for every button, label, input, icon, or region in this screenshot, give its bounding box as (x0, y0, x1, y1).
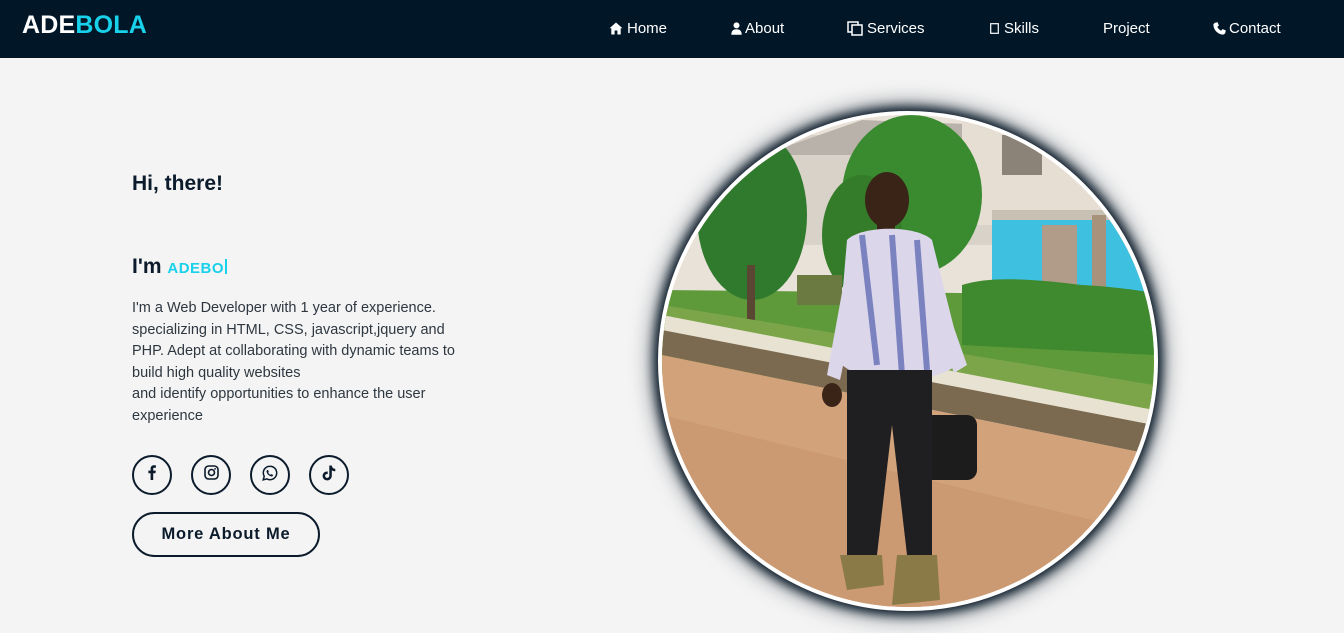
nav-item-label: Services (867, 19, 925, 37)
whatsapp-link[interactable] (250, 455, 290, 495)
facebook-icon (148, 465, 156, 485)
nav-item-project[interactable]: Project (1103, 18, 1150, 38)
bio-line: I'm a Web Developer with 1 year of exper… (132, 300, 436, 316)
profile-photo (658, 111, 1158, 611)
nav-item-home[interactable]: Home (609, 18, 667, 38)
bio-line: specializing in HTML, CSS, javascript,jq… (132, 321, 445, 338)
nav-item-label: Home (627, 19, 668, 37)
hero-intro-prefix: I'm (132, 255, 162, 278)
nav-item-label: Project (1103, 19, 1150, 37)
nav-item-services[interactable]: Services (847, 18, 925, 38)
phone-icon (1213, 21, 1226, 35)
square-icon (989, 21, 999, 35)
hero-bio: I'm a Web Developer with 1 year of exper… (132, 298, 482, 427)
hero-greeting: Hi, there! (132, 172, 224, 195)
bio-line: PHP. Adept at collaborating with dynamic… (132, 343, 455, 359)
instagram-icon (203, 465, 219, 485)
nav-item-label: About (745, 19, 785, 37)
tiktok-link[interactable] (309, 455, 349, 495)
copy-icon (847, 20, 863, 36)
bio-line: experience (132, 407, 203, 424)
profile-photo-image (662, 115, 1154, 607)
social-links (132, 455, 362, 495)
navbar: ADEBOLA Home About Services Skills Proje… (0, 0, 1344, 58)
hero-intro: I'm ADEBO (132, 255, 228, 279)
typed-name: ADEBO (167, 260, 225, 277)
main-nav: Home About Services Skills Project Conta… (0, 0, 1344, 58)
home-icon (609, 21, 623, 35)
user-icon (731, 21, 742, 35)
bio-line: build high quality websites (132, 364, 301, 381)
nav-item-contact[interactable]: Contact (1213, 18, 1281, 38)
nav-item-skills[interactable]: Skills (989, 18, 1039, 38)
typing-cursor (225, 259, 228, 274)
nav-item-label: Skills (1004, 19, 1040, 37)
bio-line: and identify opportunities to enhance th… (132, 386, 426, 402)
nav-item-label: Contact (1229, 19, 1281, 37)
more-about-me-button[interactable]: More About Me (132, 512, 320, 557)
tiktok-icon (322, 465, 336, 486)
instagram-link[interactable] (191, 455, 231, 495)
whatsapp-icon (262, 464, 278, 486)
nav-item-about[interactable]: About (731, 18, 784, 38)
facebook-link[interactable] (132, 455, 172, 495)
